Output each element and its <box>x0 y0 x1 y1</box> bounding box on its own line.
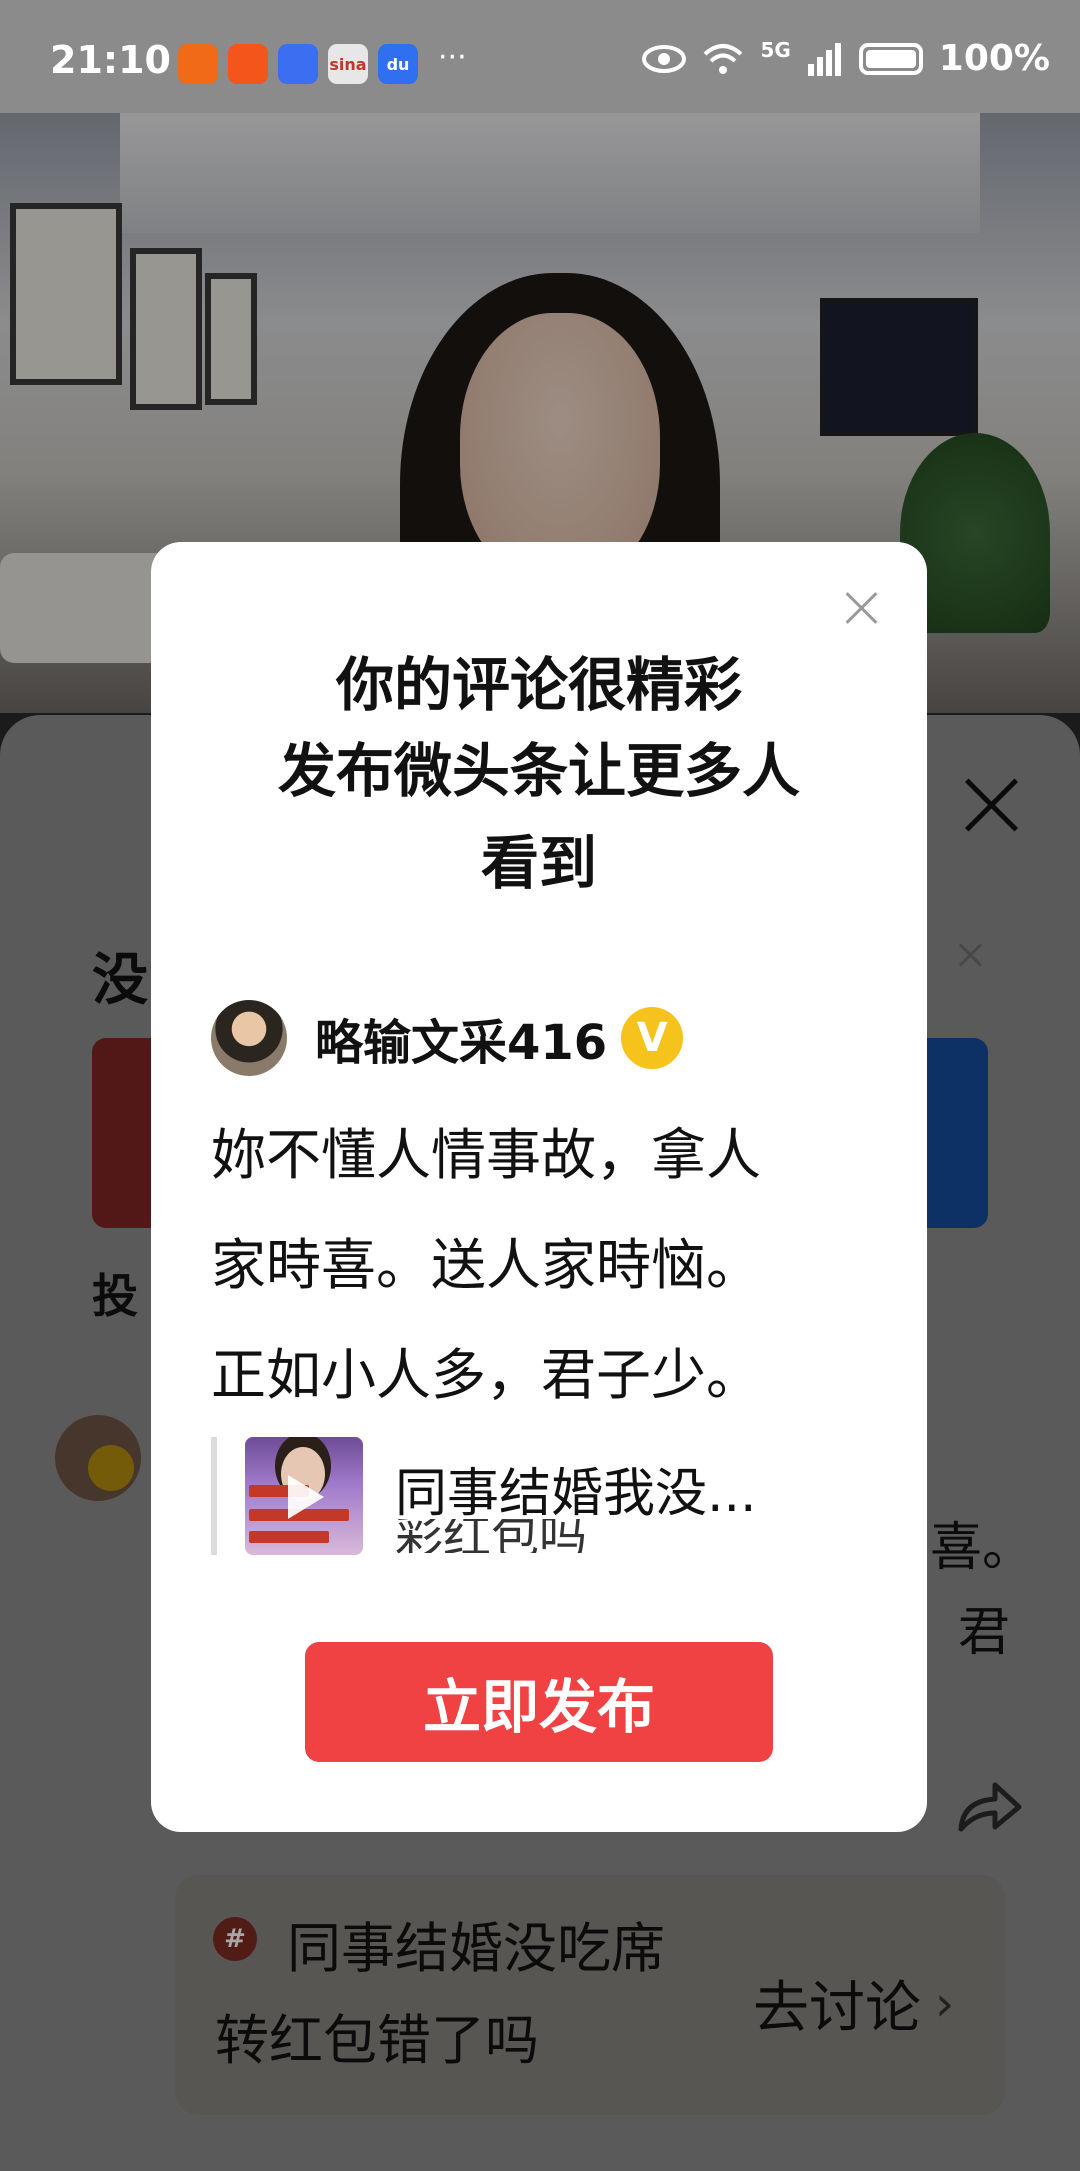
comment-line: 正如小人多，君子少。 <box>211 1343 762 1407</box>
comment-line: 妳不懂人情事故，拿人 <box>211 1123 762 1187</box>
battery-level: 100% <box>938 38 1050 79</box>
sina-icon: sina <box>328 44 368 84</box>
baidu-icon: du <box>378 44 418 84</box>
avatar <box>211 1000 287 1076</box>
status-app-icons: sina du <box>178 44 418 84</box>
verified-icon: V <box>621 1007 684 1069</box>
thumbnail-caption <box>249 1531 329 1543</box>
signal-icon <box>807 42 841 76</box>
modal-title-line: 你的评论很精彩 <box>335 651 742 719</box>
publish-button[interactable]: 立即发布 <box>305 1642 773 1762</box>
battery-icon <box>858 42 923 75</box>
network-type: 5G <box>760 38 791 62</box>
modal-close-icon[interactable] <box>843 590 879 626</box>
quoted-article: 同事结婚我没... 彩红包吗 <box>211 1437 897 1555</box>
quoted-subtitle: 彩红包吗 <box>395 1519 588 1553</box>
modal-title: 你的评论很精彩 发布微头条让更多人 看到 <box>191 642 887 906</box>
status-bar: 21:10 sina du ··· 5G 100% <box>0 0 1080 113</box>
comment-line: 家時喜。送人家時恼。 <box>211 1233 762 1297</box>
modal-title-line: 发布微头条让更多人 <box>277 737 800 805</box>
user-row: 略输文采416 V <box>211 1000 684 1076</box>
status-time: 21:10 <box>50 38 171 82</box>
kuaishou-icon <box>178 44 218 84</box>
user-name: 略输文采416 <box>315 1015 608 1071</box>
eye-icon <box>642 44 687 73</box>
modal-title-line: 看到 <box>480 829 597 897</box>
status-more-icon: ··· <box>438 40 467 75</box>
kuaishou-icon <box>228 44 268 84</box>
quoted-title: 同事结婚我没... <box>395 1464 757 1524</box>
wifi-icon <box>704 43 743 74</box>
publish-prompt-modal: 你的评论很精彩 发布微头条让更多人 看到 略输文采416 V 妳不懂人情事故，拿… <box>151 542 927 1832</box>
play-icon <box>288 1475 324 1519</box>
status-indicators: 5G 100% <box>642 38 1050 79</box>
article-thumbnail <box>245 1437 363 1555</box>
comment-preview: 妳不懂人情事故，拿人 家時喜。送人家時恼。 正如小人多，君子少。 <box>211 1100 891 1430</box>
bear-app-icon <box>278 44 318 84</box>
